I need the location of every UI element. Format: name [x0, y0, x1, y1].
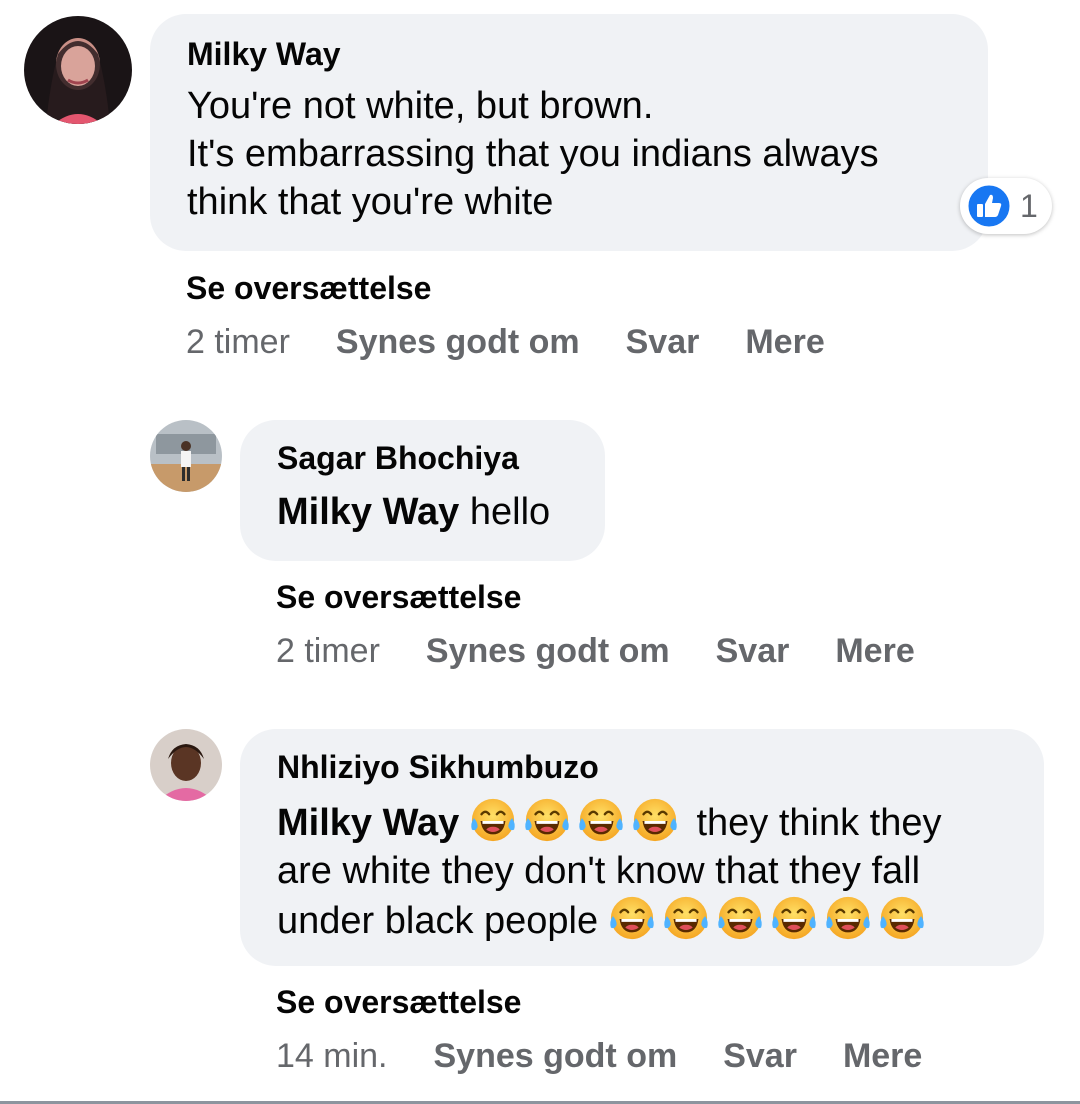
joy-emoji-icon: [632, 797, 678, 843]
comment-text-line: You're not white, but brown.: [187, 85, 654, 127]
reply-button[interactable]: Svar: [716, 631, 790, 671]
joy-emoji-icon: [609, 895, 655, 941]
like-button[interactable]: Synes godt om: [426, 631, 670, 671]
comment-text: Milky Way hello: [277, 488, 605, 536]
reply-button[interactable]: Svar: [626, 322, 700, 362]
mention-link[interactable]: Milky Way: [277, 491, 459, 533]
joy-emoji-icon: [524, 797, 570, 843]
comment-timestamp[interactable]: 2 timer: [186, 322, 290, 362]
like-button[interactable]: Synes godt om: [434, 1036, 678, 1076]
comment-author[interactable]: Sagar Bhochiya: [277, 438, 605, 478]
comment-timestamp[interactable]: 14 min.: [276, 1036, 388, 1076]
comment-author[interactable]: Nhliziyo Sikhumbuzo: [277, 747, 1044, 787]
comment-text: Milky Way they think they are white they…: [277, 797, 1044, 945]
avatar[interactable]: [150, 729, 222, 801]
comment-text-line: think that you're white: [187, 181, 554, 223]
see-translation-link[interactable]: Se oversættelse: [276, 577, 521, 617]
more-button[interactable]: Mere: [745, 322, 824, 362]
avatar[interactable]: [150, 420, 222, 492]
comment-text-line: It's embarrassing that you indians alway…: [187, 133, 879, 175]
see-translation-link[interactable]: Se oversættelse: [186, 268, 431, 308]
comment-text: You're not white, but brown. It's embarr…: [187, 82, 988, 226]
comment-text-line: under black people: [277, 900, 599, 942]
reaction-count-number: 1: [1020, 187, 1038, 224]
joy-emoji-icon: [825, 895, 871, 941]
mention-link[interactable]: Milky Way: [277, 802, 459, 844]
more-button[interactable]: Mere: [835, 631, 914, 671]
like-icon: [965, 182, 1013, 230]
reply-button[interactable]: Svar: [723, 1036, 797, 1076]
comment-author[interactable]: Milky Way: [187, 34, 988, 74]
comment-actions: 2 timer Synes godt om Svar Mere: [276, 631, 915, 671]
see-translation-link[interactable]: Se oversættelse: [276, 982, 521, 1022]
joy-emoji-icon: [717, 895, 763, 941]
comment-text-line: they think they: [696, 802, 942, 844]
joy-emoji-icon: [771, 895, 817, 941]
reaction-count[interactable]: 1: [960, 178, 1052, 234]
joy-emoji-icon: [578, 797, 624, 843]
comment-bubble: Milky Way You're not white, but brown. I…: [150, 14, 988, 251]
joy-emoji-icon: [470, 797, 516, 843]
comment-bubble: Sagar Bhochiya Milky Way hello: [240, 420, 605, 561]
comment-timestamp[interactable]: 2 timer: [276, 631, 380, 671]
comment-bubble: Nhliziyo Sikhumbuzo Milky Way they think…: [240, 729, 1044, 966]
like-button[interactable]: Synes godt om: [336, 322, 580, 362]
comment-text-content: hello: [469, 491, 551, 533]
comment-actions: 2 timer Synes godt om Svar Mere: [186, 322, 825, 362]
comment-text-line: are white they don't know that they fall: [277, 850, 921, 892]
joy-emoji-icon: [663, 895, 709, 941]
more-button[interactable]: Mere: [843, 1036, 922, 1076]
joy-emoji-icon: [879, 895, 925, 941]
comment-actions: 14 min. Synes godt om Svar Mere: [276, 1036, 922, 1076]
avatar[interactable]: [24, 16, 132, 124]
